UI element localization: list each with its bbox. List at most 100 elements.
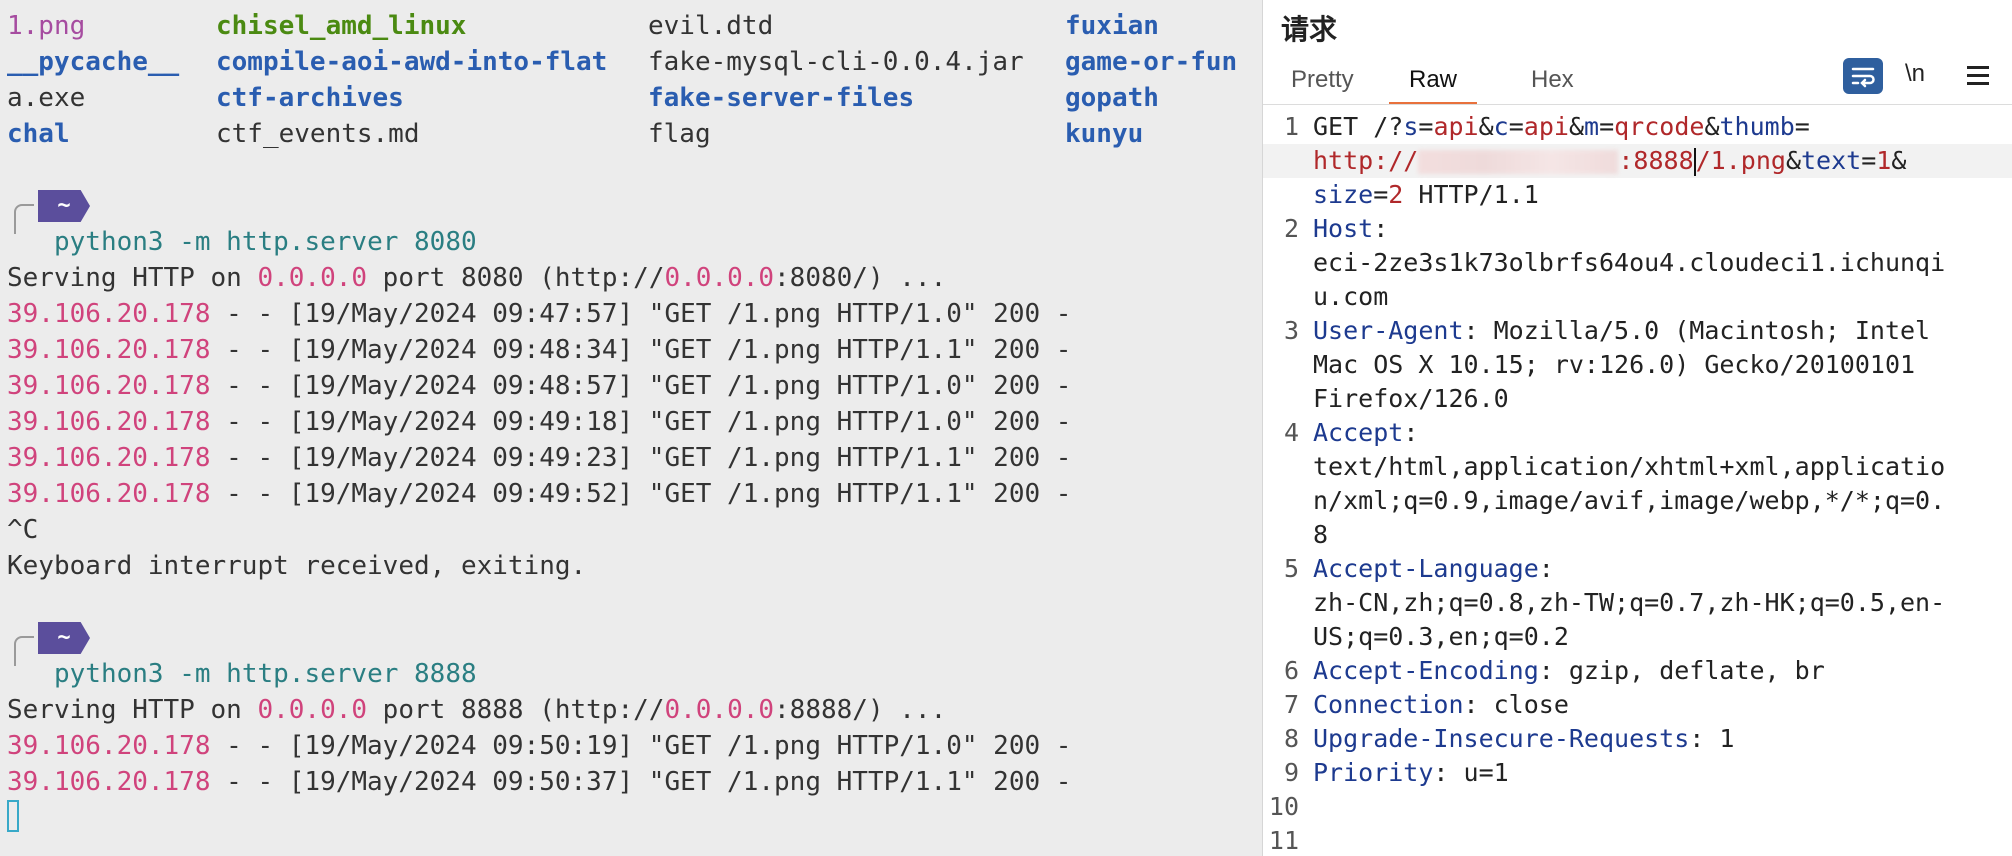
file-entry: chal [7,119,70,149]
show-newlines-button[interactable]: \n [1905,60,1925,88]
request-line[interactable]: 11 [1263,824,2012,856]
line-number: 6 [1283,656,1299,685]
file-entry: kunyu [1065,119,1144,149]
request-line[interactable]: text/html,application/xhtml+xml,applicat… [1263,450,2012,484]
request-line[interactable]: size=2 HTTP/1.1 [1263,178,2012,212]
line-text: US;q=0.3,en;q=0.2 [1313,622,1569,651]
file-entry: flag [648,119,711,149]
prompt-home-badge: ~ [38,622,90,654]
file-entry: fuxian [1065,11,1159,41]
file-entry: fake-server-files [648,83,915,113]
line-number: 10 [1268,792,1299,821]
line-number: 4 [1283,418,1299,447]
interrupt-line: ^C [7,515,39,545]
line-text: Accept: [1313,418,1419,447]
client-ip: 39.106.20.178 [7,371,211,401]
line-number: 1 [1283,112,1299,141]
request-line[interactable]: 8 Upgrade-Insecure-Requests: 1 [1263,722,2012,756]
serving-line: Serving HTTP on 0.0.0.0 port 8080 (http:… [7,263,947,293]
line-text: User-Agent: Mozilla/5.0 (Macintosh; Inte… [1313,316,1931,345]
file-entry: ctf_events.md [216,119,420,149]
prompt-corner-line [14,636,34,666]
line-number: 2 [1283,214,1299,243]
log-detail: - - [19/May/2024 09:48:57] "GET /1.png H… [210,371,1072,401]
command-line: python3 -m http.server 8888 [54,659,477,689]
request-line[interactable]: 1 GET /?s=api&c=api&m=qrcode&thumb= [1263,110,2012,144]
line-text: n/xml;q=0.9,image/avif,image/webp,*/*;q=… [1313,486,1946,515]
file-entry: compile-aoi-awd-into-flat [216,47,608,77]
menu-icon[interactable] [1967,66,1989,85]
tab-hex[interactable]: Hex [1531,58,1574,102]
line-text: Connection: close [1313,690,1569,719]
line-text: http://:8888/1.png&text=1& [1313,146,1907,176]
tabbar-divider [1263,104,2012,105]
line-number: 9 [1283,758,1299,787]
request-line[interactable]: 10 [1263,790,2012,824]
client-ip: 39.106.20.178 [7,407,211,437]
file-entry: __pycache__ [7,47,180,77]
request-line[interactable]: 4 Accept: [1263,416,2012,450]
request-line[interactable]: u.com [1263,280,2012,314]
request-line[interactable]: 6 Accept-Encoding: gzip, deflate, br [1263,654,2012,688]
request-line[interactable]: Mac OS X 10.15; rv:126.0) Gecko/20100101 [1263,348,2012,382]
line-number: 7 [1283,690,1299,719]
line-text: Upgrade-Insecure-Requests: 1 [1313,724,1735,753]
request-line[interactable]: 9 Priority: u=1 [1263,756,2012,790]
request-panel: 请求 Pretty Raw Hex \n 1 GET /?s=api&c=api&… [1262,0,2012,856]
client-ip: 39.106.20.178 [7,767,211,797]
log-detail: - - [19/May/2024 09:49:18] "GET /1.png H… [210,407,1072,437]
line-text: Firefox/126.0 [1313,384,1509,413]
terminal-cursor[interactable] [7,800,19,832]
client-ip: 39.106.20.178 [7,731,211,761]
client-ip: 39.106.20.178 [7,299,211,329]
file-entry: ctf-archives [216,83,404,113]
command-line: python3 -m http.server 8080 [54,227,477,257]
request-line[interactable]: 8 [1263,518,2012,552]
line-text: Accept-Language: [1313,554,1554,583]
request-line[interactable]: eci-2ze3s1k73olbrfs64ou4.cloudeci1.ichun… [1263,246,2012,280]
request-line[interactable]: Firefox/126.0 [1263,382,2012,416]
request-line[interactable]: n/xml;q=0.9,image/avif,image/webp,*/*;q=… [1263,484,2012,518]
log-detail: - - [19/May/2024 09:49:52] "GET /1.png H… [210,479,1072,509]
panel-title: 请求 [1281,13,1338,46]
request-line[interactable]: 7 Connection: close [1263,688,2012,722]
log-detail: - - [19/May/2024 09:50:19] "GET /1.png H… [210,731,1072,761]
access-log-line: 39.106.20.178 - - [19/May/2024 09:48:34]… [7,332,1071,368]
access-log-line: 39.106.20.178 - - [19/May/2024 09:50:19]… [7,728,1071,764]
terminal-window[interactable]: 1.png chisel_amd_linux evil.dtd fuxian __pyc… [0,0,1262,856]
request-line[interactable]: 5 Accept-Language: [1263,552,2012,586]
file-entry: chisel_amd_linux [216,11,467,41]
log-detail: - - [19/May/2024 09:47:57] "GET /1.png H… [210,299,1072,329]
request-line[interactable]: http://:8888/1.png&text=1& [1263,144,2012,178]
log-detail: - - [19/May/2024 09:49:23] "GET /1.png H… [210,443,1072,473]
file-entry: fake-mysql-cli-0.0.4.jar [648,47,1024,77]
line-text: eci-2ze3s1k73olbrfs64ou4.cloudeci1.ichun… [1313,248,1946,277]
line-text: text/html,application/xhtml+xml,applicat… [1313,452,1946,481]
line-number: 11 [1268,826,1299,855]
word-wrap-toggle[interactable] [1843,58,1883,94]
line-text: u.com [1313,282,1389,311]
line-text: size=2 HTTP/1.1 [1313,180,1539,209]
request-line[interactable]: 3 User-Agent: Mozilla/5.0 (Macintosh; Int… [1263,314,2012,348]
log-detail: - - [19/May/2024 09:48:34] "GET /1.png H… [210,335,1072,365]
redacted-host [1418,150,1619,174]
line-text: zh-CN,zh;q=0.8,zh-TW;q=0.7,zh-HK;q=0.5,e… [1313,588,1946,617]
file-entry: evil.dtd [648,11,774,41]
access-log-line: 39.106.20.178 - - [19/May/2024 09:48:57]… [7,368,1071,404]
request-line[interactable]: US;q=0.3,en;q=0.2 [1263,620,2012,654]
access-log-line: 39.106.20.178 - - [19/May/2024 09:47:57]… [7,296,1071,332]
request-line[interactable]: zh-CN,zh;q=0.8,zh-TW;q=0.7,zh-HK;q=0.5,e… [1263,586,2012,620]
line-text: Priority: u=1 [1313,758,1509,787]
wrap-lines-icon [1851,67,1875,88]
tab-pretty[interactable]: Pretty [1291,58,1354,102]
serving-line: Serving HTTP on 0.0.0.0 port 8888 (http:… [7,695,947,725]
request-line[interactable]: 2 Host: [1263,212,2012,246]
access-log-line: 39.106.20.178 - - [19/May/2024 09:49:23]… [7,440,1071,476]
access-log-line: 39.106.20.178 - - [19/May/2024 09:50:37]… [7,764,1071,800]
tab-raw[interactable]: Raw [1389,58,1478,105]
file-entry: 1.png [7,11,86,41]
prompt-home-badge: ~ [38,190,90,222]
exit-message: Keyboard interrupt received, exiting. [7,551,587,581]
file-entry: game-or-fun [1065,47,1238,77]
line-number: 3 [1283,316,1299,345]
